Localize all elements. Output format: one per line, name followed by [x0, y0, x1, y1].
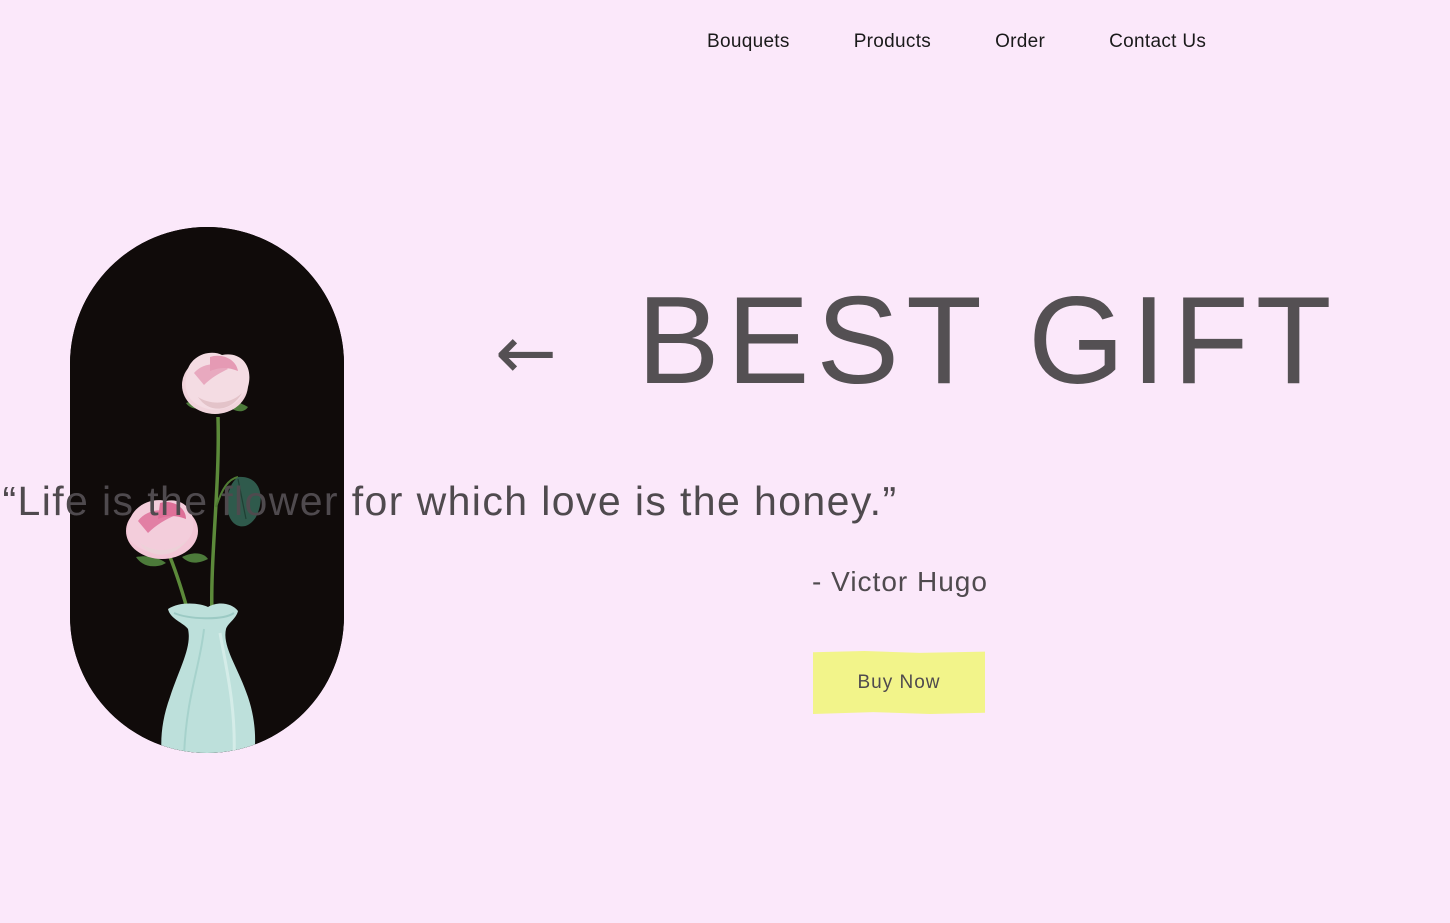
nav-link-order[interactable]: Order	[995, 30, 1045, 54]
nav-link-contact-us[interactable]: Contact Us	[1109, 30, 1206, 54]
quote-author: - Victor Hugo	[812, 566, 988, 597]
top-nav: Bouquets Products Order Contact Us	[707, 30, 1206, 54]
nav-link-bouquets[interactable]: Bouquets	[707, 30, 790, 54]
nav-link-products[interactable]: Products	[854, 30, 931, 54]
buy-now-button[interactable]: Buy Now	[813, 651, 985, 714]
arrow-left-icon[interactable]: ←	[495, 316, 557, 390]
hero-title: BEST GIFT	[637, 272, 1339, 410]
hero-quote: “Life is the flower for which love is th…	[2, 478, 898, 524]
hero-headline: ← BEST GIFT	[495, 276, 1338, 406]
